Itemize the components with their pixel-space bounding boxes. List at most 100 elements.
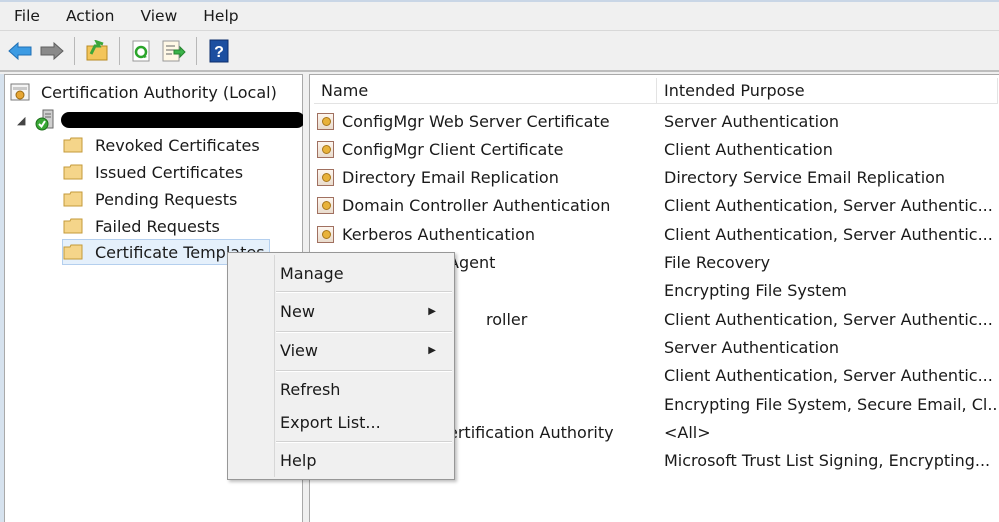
submenu-arrow-icon: ▶ [428,344,436,356]
forward-button[interactable] [38,37,66,65]
cell-intended-purpose: Encrypting File System [664,281,847,301]
tree-root-node[interactable]: Certification Authority (Local) [9,79,277,105]
template-name: Agent [448,253,496,272]
menu-separator [276,331,452,333]
template-name: ConfigMgr Client Certificate [342,139,564,159]
cell-intended-purpose: Client Authentication, Server Authentic.… [664,366,993,386]
svg-text:?: ? [214,44,224,61]
folder-icon [63,244,83,260]
menu-item-label: View [280,340,318,360]
certificate-template-icon [317,112,334,130]
menu-action[interactable]: Action [66,7,115,25]
template-name: Directory Email Replication [342,168,559,188]
menu-item-label: Export List... [280,412,381,432]
context-menu-view[interactable]: View ▶ [280,336,450,364]
cell-name: Domain Controller Authentication [314,196,657,215]
menu-item-label: Manage [280,263,344,283]
context-menu-manage[interactable]: Manage [280,259,450,287]
submenu-arrow-icon: ▶ [428,305,436,317]
cell-intended-purpose: Client Authentication, Server Authentic.… [664,224,993,244]
menu-file[interactable]: File [14,7,40,25]
certificate-template-icon [317,197,334,215]
folder-icon [63,137,83,153]
certificate-template-icon [317,169,334,187]
table-row[interactable]: Directory Email Replication Directory Ser… [314,164,945,192]
export-list-icon [162,40,186,61]
refresh-icon [132,40,150,61]
collapse-icon[interactable]: ◢ [17,114,31,127]
toolbar-separator [119,36,120,65]
cell-intended-purpose: Client Authentication [664,139,833,159]
help-icon: ? [209,39,229,62]
tree-item-issued-certificates[interactable]: Issued Certificates [63,159,243,185]
context-menu-help[interactable]: Help [280,446,450,474]
tree-item-failed-requests[interactable]: Failed Requests [63,213,220,239]
help-button[interactable]: ? [205,37,233,65]
context-menu-refresh[interactable]: Refresh [280,375,450,403]
up-level-folder-icon [86,39,108,60]
menu-help[interactable]: Help [203,7,238,25]
tree-item-label: Revoked Certificates [95,135,260,155]
context-menu: Manage New ▶ View ▶ Refresh Export List...… [227,252,455,480]
folder-icon [63,191,83,207]
menu-item-label: New [280,301,315,321]
template-name: ertification Authority [448,422,614,442]
certificate-template-icon [317,140,334,158]
menu-separator [276,441,452,443]
menu-bar: File Action View Help [0,0,999,30]
cell-intended-purpose: Microsoft Trust List Signing, Encrypting… [664,451,991,471]
table-row[interactable]: ConfigMgr Web Server Certificate Server A… [314,107,839,135]
up-one-level-button[interactable] [83,37,111,65]
tree-root-label: Certification Authority (Local) [41,82,277,102]
cell-name: ConfigMgr Web Server Certificate [314,112,657,131]
tree-item-label: Issued Certificates [95,162,244,182]
column-header-name[interactable]: Name [314,78,657,103]
cell-intended-purpose: Encrypting File System, Secure Email, Cl… [664,394,999,414]
template-name: ConfigMgr Web Server Certificate [342,111,610,131]
cell-intended-purpose: File Recovery [664,253,771,272]
context-menu-new[interactable]: New ▶ [280,297,450,325]
back-arrow-icon [8,41,32,60]
cell-intended-purpose: Client Authentication, Server Authentic.… [664,309,993,329]
menu-item-label: Help [280,450,317,470]
tree-item-pending-requests[interactable]: Pending Requests [63,186,237,212]
back-button[interactable] [6,37,34,65]
server-name-redacted [61,112,305,128]
tree-server-node[interactable]: ◢ [17,107,305,133]
cell-intended-purpose: Directory Service Email Replication [664,168,946,188]
menu-view[interactable]: View [140,7,177,25]
ca-server-icon [35,109,54,131]
cell-intended-purpose: Client Authentication, Server Authentic.… [664,196,993,216]
tree-item-revoked-certificates[interactable]: Revoked Certificates [63,132,260,158]
toolbar-separator [196,36,197,65]
menu-icon-gutter [274,255,275,477]
cell-intended-purpose: <All> [664,422,711,442]
table-row[interactable]: ConfigMgr Client Certificate Client Authe… [314,135,833,163]
cell-intended-purpose: Server Authentication [664,111,840,131]
certification-authority-icon [10,83,30,101]
toolbar-separator [74,36,75,65]
forward-arrow-icon [40,41,64,60]
table-row[interactable]: Domain Controller Authentication Client A… [314,192,993,220]
folder-icon [63,164,83,180]
toolbar: ? [0,30,999,72]
tree-item-label: Pending Requests [95,189,238,209]
cell-name: ConfigMgr Client Certificate [314,140,657,159]
cell-name: Kerberos Authentication [314,225,657,244]
column-header-intended-purpose[interactable]: Intended Purpose [657,78,998,103]
list-header: Name Intended Purpose [314,78,998,104]
template-name: Domain Controller Authentication [342,196,611,216]
export-list-button[interactable] [160,37,188,65]
cell-intended-purpose: Server Authentication [664,337,840,357]
menu-separator [276,370,452,372]
refresh-button[interactable] [128,37,156,65]
cell-name: Directory Email Replication [314,168,657,187]
template-name: Kerberos Authentication [342,224,536,244]
folder-icon [63,218,83,234]
menu-separator [276,291,452,293]
template-name: roller [486,309,528,329]
tree-item-label: Failed Requests [95,216,220,236]
table-row[interactable]: Kerberos Authentication Client Authentica… [314,220,993,248]
certificate-template-icon [317,225,334,243]
context-menu-export-list[interactable]: Export List... [280,408,450,436]
